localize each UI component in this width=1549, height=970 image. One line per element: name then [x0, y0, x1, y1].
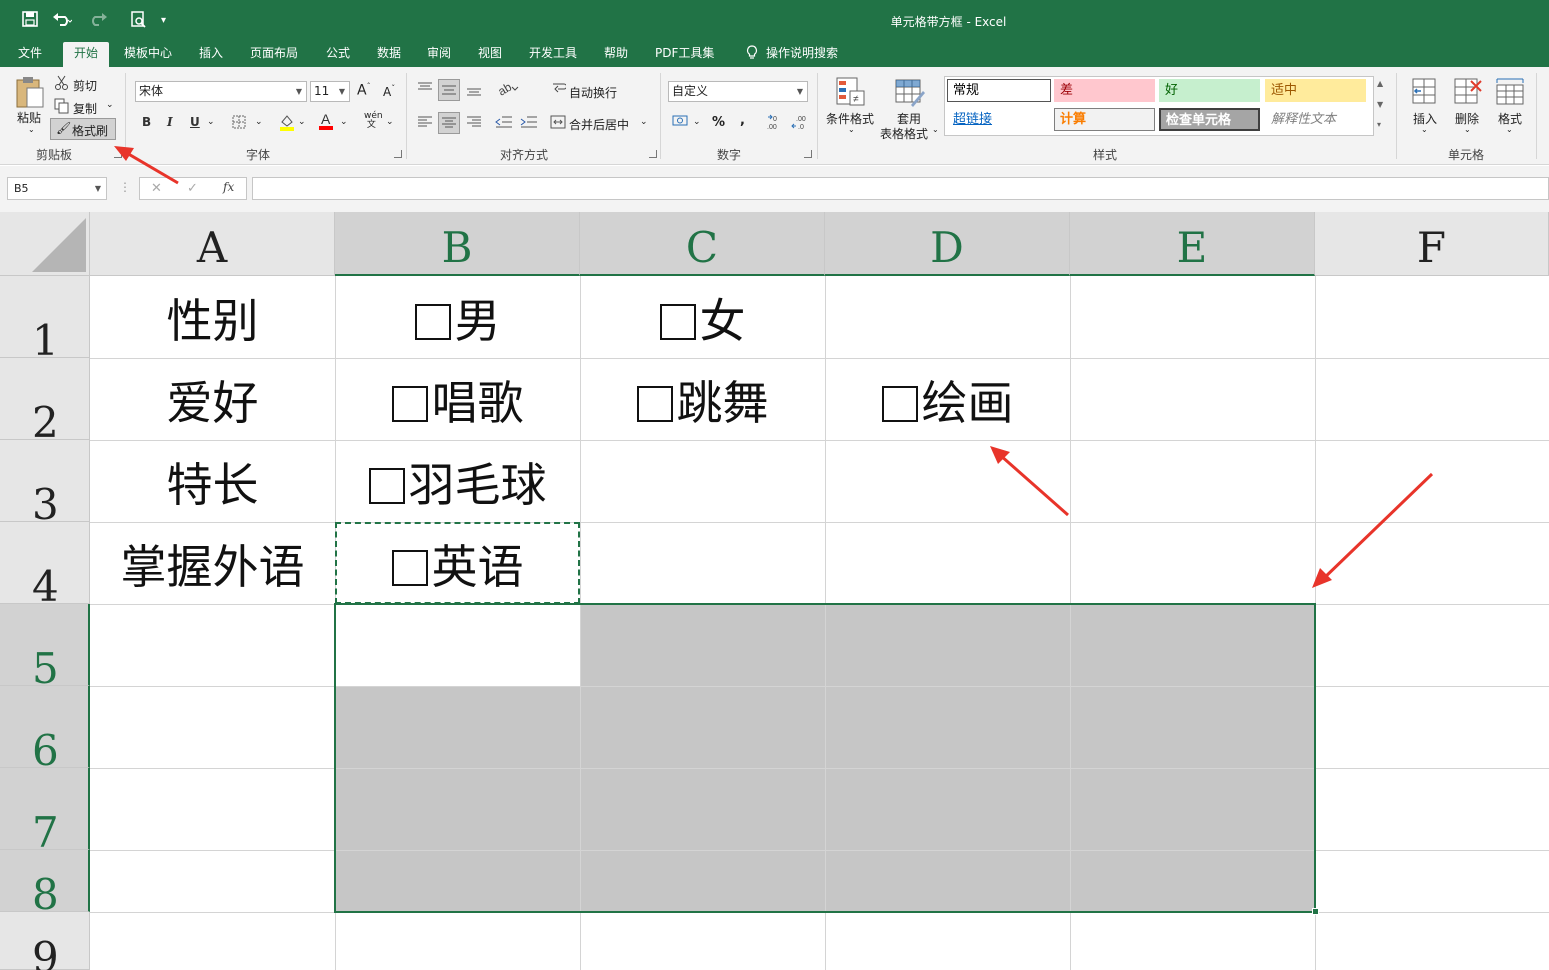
format-painter-arrow-icon [114, 146, 179, 185]
